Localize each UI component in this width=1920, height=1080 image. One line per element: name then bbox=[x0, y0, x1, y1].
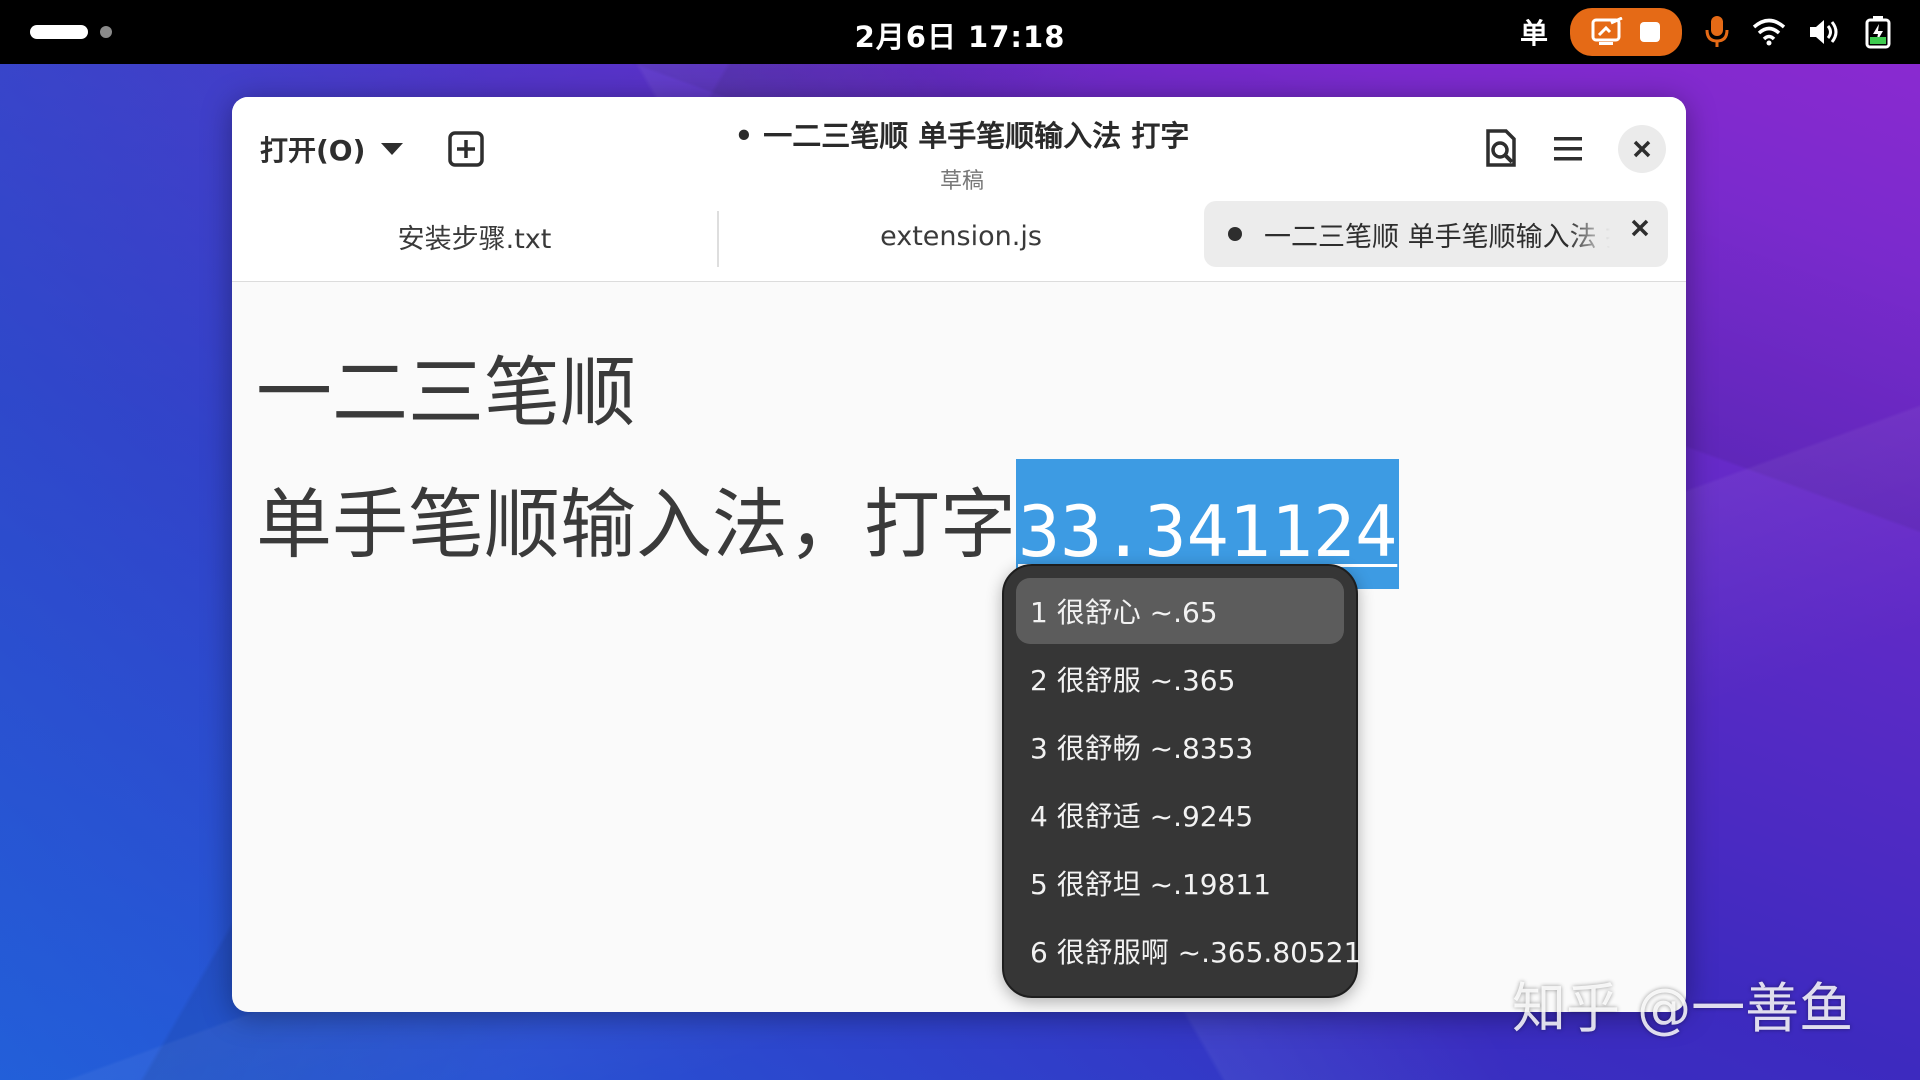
tab-label: 一二三笔顺 单手笔顺输入法 打字 bbox=[1264, 221, 1610, 253]
stop-icon[interactable] bbox=[1639, 21, 1661, 43]
battery-icon bbox=[1865, 16, 1891, 49]
find-icon[interactable] bbox=[1484, 129, 1518, 169]
candidate-item[interactable]: 5 很舒坦 ~.19811 bbox=[1016, 850, 1344, 916]
tab-close-icon[interactable] bbox=[1630, 218, 1650, 238]
text-editor-area[interactable]: 一二三笔顺 单手笔顺输入法，打字33.341124 bbox=[256, 327, 1656, 591]
window-subtitle: 草稿 bbox=[939, 169, 984, 194]
editor-line-2: 单手笔顺输入法，打字33.341124 bbox=[256, 459, 1656, 591]
unsaved-indicator-icon bbox=[1228, 227, 1242, 241]
candidate-item[interactable]: 3 很舒畅 ~.8353 bbox=[1016, 714, 1344, 780]
editor-line-2-text: 单手笔顺输入法，打字 bbox=[256, 480, 1016, 569]
header-right-controls bbox=[1484, 124, 1666, 174]
top-bar: 2月6日 17:18 单 bbox=[0, 0, 1920, 64]
watermark: 知乎 @一善鱼 bbox=[1512, 977, 1854, 1040]
wifi-icon bbox=[1752, 18, 1786, 46]
window-title: • 一二三笔顺 单手笔顺输入法 打字 bbox=[734, 119, 1190, 153]
close-icon bbox=[1633, 140, 1651, 158]
header-bar: 打开(O) • 一二三笔顺 单手笔顺输入法 打字 草稿 安装步骤.txt ext… bbox=[232, 97, 1686, 282]
open-file-button[interactable]: 打开(O) bbox=[260, 127, 405, 171]
tab-label: extension.js bbox=[880, 220, 1042, 252]
editor-line-1: 一二三笔顺 bbox=[256, 348, 636, 437]
window-title-block: • 一二三笔顺 单手笔顺输入法 打字 草稿 bbox=[582, 113, 1342, 195]
screen-record-icon bbox=[1591, 17, 1623, 45]
system-status-area[interactable]: 单 bbox=[1520, 8, 1892, 56]
tab-extension-js[interactable]: extension.js bbox=[719, 201, 1203, 271]
chevron-down-icon bbox=[381, 143, 404, 155]
candidate-item[interactable]: 2 很舒服 ~.365 bbox=[1016, 646, 1344, 712]
tab-label: 安装步骤.txt bbox=[397, 223, 552, 255]
screen-recording-indicator[interactable] bbox=[1570, 8, 1682, 56]
tab-install-steps[interactable]: 安装步骤.txt bbox=[232, 201, 717, 271]
candidate-item[interactable]: 1 很舒心 ~.65 bbox=[1016, 578, 1344, 644]
microphone-icon bbox=[1705, 16, 1729, 47]
add-tab-icon bbox=[448, 131, 484, 167]
volume-icon bbox=[1810, 20, 1838, 44]
window-close-button[interactable] bbox=[1618, 125, 1666, 173]
candidate-item[interactable]: 4 很舒适 ~.9245 bbox=[1016, 782, 1344, 848]
tab-current-document[interactable]: 一二三笔顺 单手笔顺输入法 打字 bbox=[1204, 201, 1668, 267]
candidate-item[interactable]: 6 很舒服啊 ~.365.80521 bbox=[1016, 918, 1361, 984]
tab-bar: 安装步骤.txt extension.js 一二三笔顺 单手笔顺输入法 打字 bbox=[232, 201, 1686, 281]
ime-candidate-popup: 1 很舒心 ~.65 2 很舒服 ~.365 3 很舒畅 ~.8353 4 很舒… bbox=[1002, 564, 1361, 998]
input-method-indicator[interactable]: 单 bbox=[1520, 12, 1548, 52]
main-menu-icon[interactable] bbox=[1552, 135, 1584, 163]
new-tab-button[interactable] bbox=[446, 129, 486, 169]
text-editor-window: 打开(O) • 一二三笔顺 单手笔顺输入法 打字 草稿 安装步骤.txt ext… bbox=[232, 97, 1686, 1012]
open-button-label: 打开(O) bbox=[260, 134, 366, 167]
